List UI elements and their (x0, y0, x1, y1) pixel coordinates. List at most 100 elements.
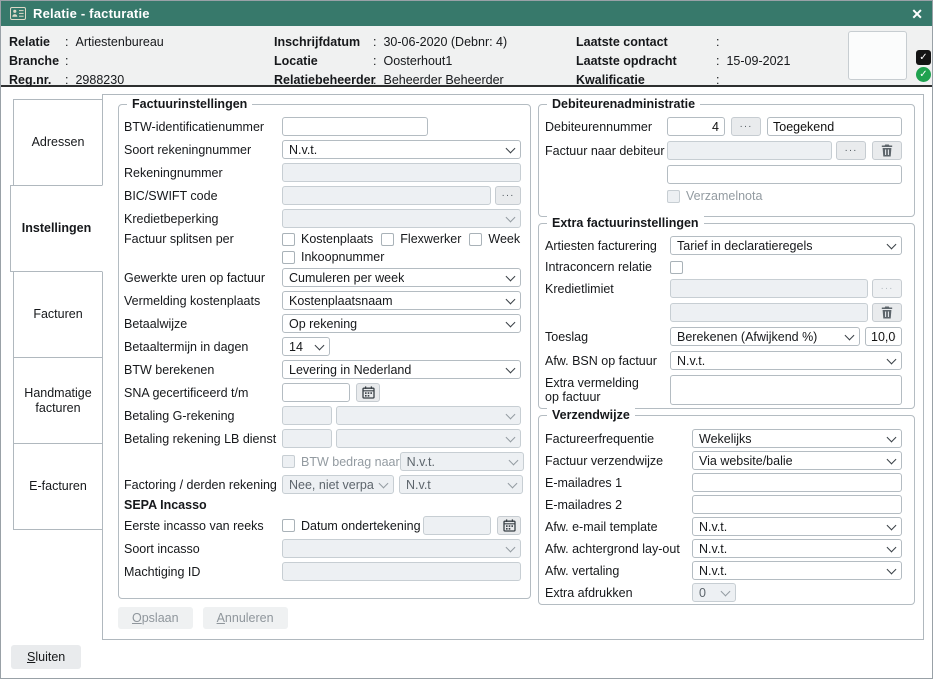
betaalwijze-label: Betaalwijze (124, 317, 282, 331)
soort-incasso-label: Soort incasso (124, 542, 282, 556)
laatste-contact-label: Laatste contact (576, 33, 716, 52)
sna-calendar-button[interactable] (356, 383, 380, 402)
debiteur-extra-input[interactable] (667, 165, 902, 184)
btw-berekenen-select[interactable]: Levering in Nederland (282, 360, 521, 379)
afw-vertaling-label: Afw. vertaling (545, 564, 692, 578)
toeslag-select[interactable]: Berekenen (Afwijkend %) (670, 327, 860, 346)
tab-label: Adressen (32, 135, 85, 150)
selected-value: 0 (699, 586, 706, 600)
factureerfrequentie-select[interactable]: Wekelijks (692, 429, 902, 448)
locatie-value: Oosterhout1 (383, 52, 452, 71)
colon: : (373, 33, 376, 52)
tab-handmatige-facturen[interactable]: Handmatige facturen (13, 357, 103, 444)
calendar-icon (362, 386, 375, 399)
btw-berekenen-label: BTW berekenen (124, 363, 282, 377)
kostenplaats-checkbox[interactable] (282, 233, 295, 246)
debiteurennummer-status-input[interactable] (767, 117, 902, 136)
afw-achtergrond-select[interactable]: N.v.t. (692, 539, 902, 558)
week-checkbox-label: Week (488, 232, 520, 246)
selected-value: N.v.t. (699, 542, 727, 556)
lb-dienst-label: Betaling rekening LB dienst (124, 432, 282, 446)
chevron-down-icon (887, 354, 897, 364)
chevron-down-icon (506, 409, 516, 419)
label-line-2: op factuur (545, 390, 601, 404)
eerste-incasso-checkbox[interactable] (282, 519, 295, 532)
tab-facturen[interactable]: Facturen (13, 271, 103, 358)
selected-value: N.v.t. (677, 354, 705, 368)
afw-vertaling-select[interactable]: N.v.t. (692, 561, 902, 580)
factuur-verzendwijze-select[interactable]: Via website/balie (692, 451, 902, 470)
chevron-down-icon (508, 478, 518, 488)
factuurinstellingen-fieldset: Factuurinstellingen BTW-identificatienum… (118, 104, 531, 599)
trash-icon (881, 144, 893, 157)
datum-calendar-button[interactable] (497, 516, 521, 535)
window-title: Relatie - facturatie (33, 6, 150, 21)
sluiten-button[interactable]: Sluiten (11, 645, 81, 669)
colon: : (716, 33, 719, 52)
g-rekening-select (336, 406, 521, 425)
sepa-incasso-heading: SEPA Incasso (124, 498, 282, 512)
calendar-icon (503, 519, 516, 532)
status-checkbox-icon: ✓ (916, 50, 931, 65)
tab-e-facturen[interactable]: E-facturen (13, 443, 103, 530)
tab-adressen[interactable]: Adressen (13, 99, 103, 186)
intraconcern-label: Intraconcern relatie (545, 260, 670, 274)
betaalwijze-select[interactable]: Op rekening (282, 314, 521, 333)
debiteurennummer-input[interactable] (667, 117, 725, 136)
emailadres1-input[interactable] (692, 473, 902, 492)
machtiging-input (282, 562, 521, 581)
factoring-label: Factoring / derden rekening (124, 478, 282, 492)
chevron-down-icon (506, 432, 516, 442)
btw-id-input[interactable] (282, 117, 428, 136)
toeslag-percentage-input[interactable] (865, 327, 902, 346)
relatie-value: Artiestenbureau (75, 33, 163, 52)
kredietlimiet-browse-button: ··· (872, 279, 902, 298)
kredietlimiet-delete-button[interactable] (872, 303, 902, 322)
artiesten-facturering-select[interactable]: Tarief in declaratieregels (670, 236, 902, 255)
chevron-down-icon (315, 340, 325, 350)
sna-date-input[interactable] (282, 383, 350, 402)
flexwerker-checkbox[interactable] (381, 233, 394, 246)
factuur-naar-browse-button[interactable]: ··· (836, 141, 866, 160)
factoring-select[interactable]: Nee, niet verpand (282, 475, 394, 494)
selected-value: Op rekening (289, 317, 357, 331)
week-checkbox[interactable] (469, 233, 482, 246)
colon: : (65, 33, 68, 52)
bic-browse-button[interactable]: ··· (495, 186, 521, 205)
inschrijfdatum-label: Inschrijfdatum (274, 33, 373, 52)
intraconcern-checkbox[interactable] (670, 261, 683, 274)
kredietlimiet-input (670, 279, 868, 298)
extra-vermelding-textarea[interactable] (670, 375, 902, 405)
betaaltermijn-select[interactable]: 14 (282, 337, 330, 356)
factuur-naar-delete-button[interactable] (872, 141, 902, 160)
soort-rekeningnummer-select[interactable]: N.v.t. (282, 140, 521, 159)
afw-bsn-select[interactable]: N.v.t. (670, 351, 902, 370)
debiteurenadministratie-fieldset: Debiteurenadministratie Debiteurennummer… (538, 104, 915, 217)
emailadres1-label: E-mailadres 1 (545, 476, 692, 490)
selected-value: N.v.t. (289, 143, 317, 157)
datum-ondertekening-input (423, 516, 491, 535)
emailadres2-input[interactable] (692, 495, 902, 514)
chevron-down-icon (506, 212, 516, 222)
selected-value: Tarief in declaratieregels (677, 239, 813, 253)
chevron-down-icon (508, 455, 518, 465)
afw-email-template-select[interactable]: N.v.t. (692, 517, 902, 536)
save-button[interactable]: Opslaan (118, 607, 193, 629)
chevron-down-icon (887, 520, 897, 530)
tab-instellingen[interactable]: Instellingen (10, 185, 103, 272)
bic-swift-label: BIC/SWIFT code (124, 189, 282, 203)
fieldset-legend: Verzendwijze (547, 408, 635, 422)
cancel-button[interactable]: Annuleren (203, 607, 288, 629)
gewerkte-uren-select[interactable]: Cumuleren per week (282, 268, 521, 287)
vermelding-kostenplaats-label: Vermelding kostenplaats (124, 294, 282, 308)
inkoopnummer-checkbox[interactable] (282, 251, 295, 264)
debiteurennummer-browse-button[interactable]: ··· (731, 117, 761, 136)
fieldset-legend: Extra factuurinstellingen (547, 216, 704, 230)
eerste-incasso-label: Eerste incasso van reeks (124, 519, 282, 533)
close-icon[interactable]: ✕ (911, 7, 923, 21)
colon: : (373, 52, 376, 71)
kostenplaats-checkbox-label: Kostenplaats (301, 232, 373, 246)
btw-bedrag-label: BTW bedrag naar (301, 455, 400, 469)
vermelding-kostenplaats-select[interactable]: Kostenplaatsnaam (282, 291, 521, 310)
chevron-down-icon (845, 330, 855, 340)
